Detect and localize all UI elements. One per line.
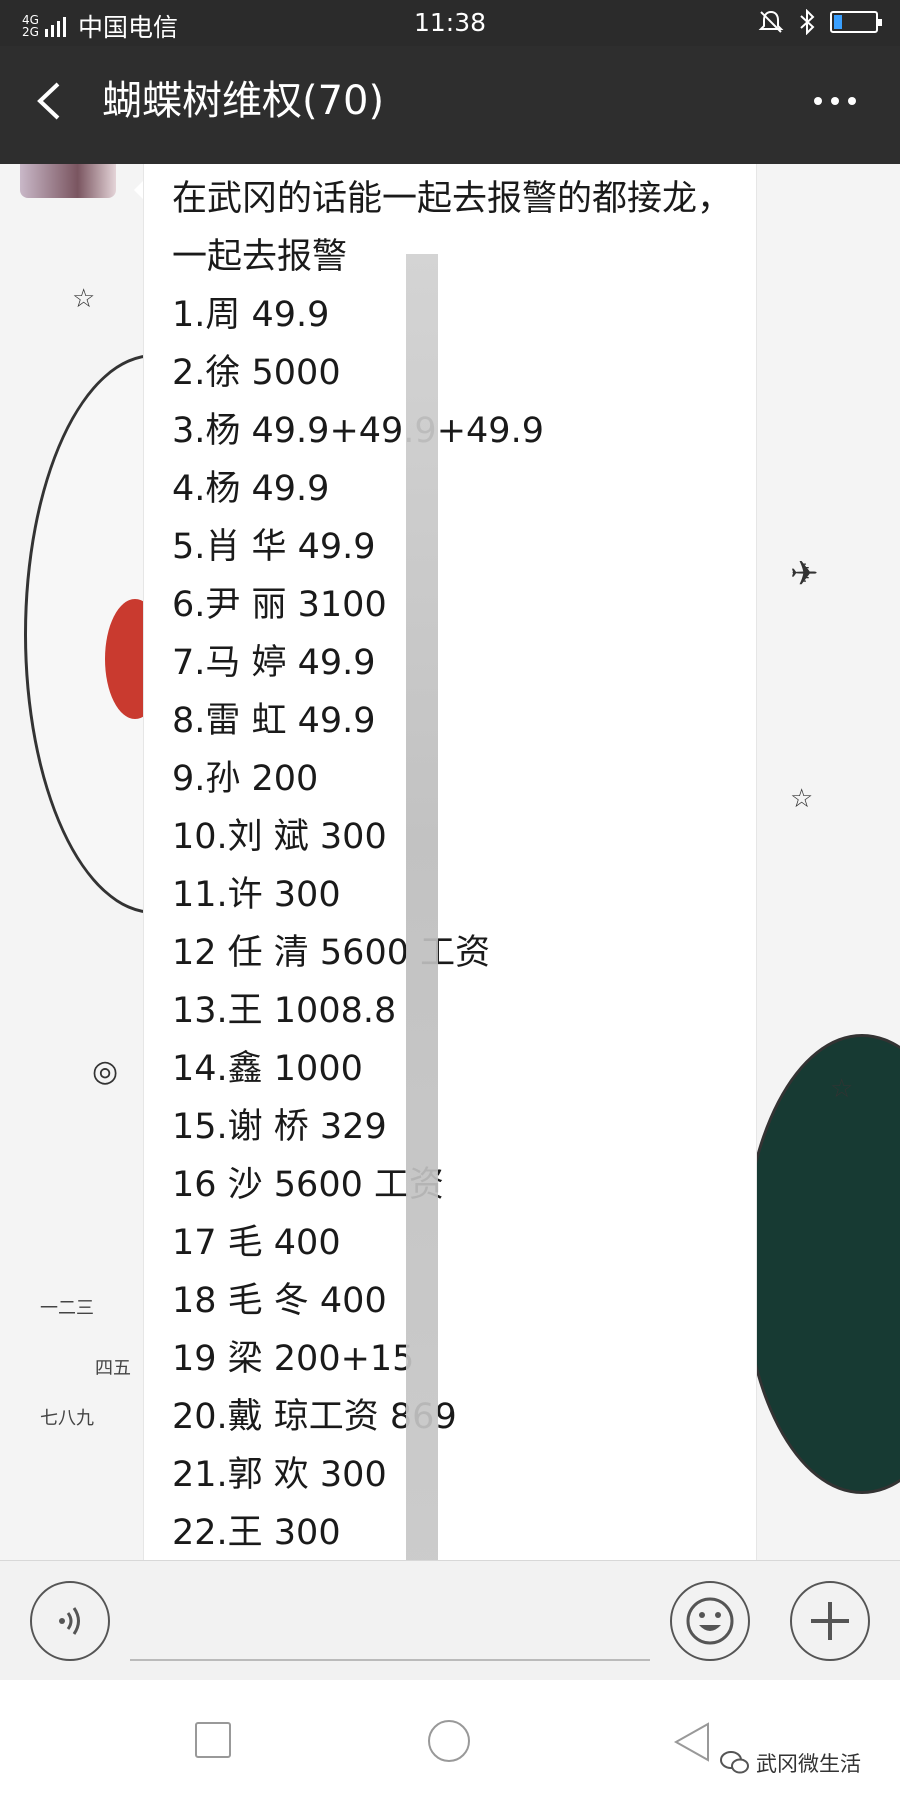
emoji-icon xyxy=(686,1597,734,1645)
list-item: 20.戴 琼工资 869 xyxy=(172,1397,457,1437)
star-icon: ☆ xyxy=(72,284,96,314)
list-item: 15.谢 桥 329 xyxy=(172,1107,387,1147)
privacy-blur xyxy=(406,254,438,1560)
list-item: 16 沙 5600 工资 xyxy=(172,1165,444,1205)
list-item: 13.王 1008.8 xyxy=(172,991,397,1031)
list-item: 17 毛 400 xyxy=(172,1223,341,1263)
status-right xyxy=(758,9,882,35)
mute-bell-icon xyxy=(758,10,784,33)
back-arrow-icon xyxy=(37,82,60,120)
recent-apps-button[interactable] xyxy=(195,1722,231,1758)
list-item: 19 梁 200+15 xyxy=(172,1339,415,1379)
wechat-icon xyxy=(720,1751,749,1774)
decorative-handwriting: 一二三 xyxy=(40,1298,94,1319)
message-text: 在武冈的话能一起去报警的都接龙，一起去报警 1.周 49.9 2.徐 5000 … xyxy=(172,170,742,1560)
watermark-text: 武冈微生活 xyxy=(756,1752,861,1776)
list-item: 3.杨 49.9+49.9+49.9 xyxy=(172,411,544,451)
list-item: 8.雷 虹 49.9 xyxy=(172,701,376,741)
list-item: 9.孙 200 xyxy=(172,759,319,799)
chat-area[interactable]: ☆ ☆ ☆ ◎ ✈ 一二三 四五 七八九 在武冈的话能一起去报警的都接龙，一起去… xyxy=(0,164,900,1560)
list-item: 7.马 婷 49.9 xyxy=(172,643,376,683)
list-item: 1.周 49.9 xyxy=(172,295,330,335)
emoji-button[interactable] xyxy=(670,1581,750,1661)
list-item: 6.尹 丽 3100 xyxy=(172,585,387,625)
list-item: 14.鑫 1000 xyxy=(172,1049,363,1089)
back-button[interactable] xyxy=(28,76,78,126)
list-item: 12 任 清 5600 工资 xyxy=(172,933,491,973)
bluetooth-icon xyxy=(800,9,815,35)
more-dots-icon xyxy=(814,97,856,105)
decorative-planet xyxy=(742,1034,900,1494)
list-item: 22.王 300 xyxy=(172,1513,341,1553)
decorative-handwriting: 四五 xyxy=(95,1358,131,1379)
star-icon: ☆ xyxy=(790,784,814,814)
watermark: 武冈微生活 xyxy=(720,1748,861,1778)
nav-back-button[interactable] xyxy=(672,1720,712,1764)
star-icon: ☆ xyxy=(830,1074,854,1104)
planet-icon: ◎ xyxy=(92,1054,119,1089)
voice-icon xyxy=(59,1607,80,1635)
battery-icon xyxy=(830,11,882,33)
message-heading: 在武冈的话能一起去报警的都接龙，一起去报警 xyxy=(172,179,733,277)
list-item: 21.郭 欢 300 xyxy=(172,1455,387,1495)
home-button[interactable] xyxy=(428,1720,470,1762)
list-item: 18 毛 冬 400 xyxy=(172,1281,387,1321)
list-item: 10.刘 斌 300 xyxy=(172,817,387,857)
message-input[interactable] xyxy=(130,1581,650,1661)
list-item: 11.许 300 xyxy=(172,875,341,915)
more-button[interactable] xyxy=(810,86,860,116)
avatar[interactable] xyxy=(20,164,116,198)
message-bubble[interactable]: 在武冈的话能一起去报警的都接龙，一起去报警 1.周 49.9 2.徐 5000 … xyxy=(143,164,757,1560)
dolphin-icon: ✈ xyxy=(790,554,819,594)
voice-button[interactable] xyxy=(30,1581,110,1661)
list-item: 2.徐 5000 xyxy=(172,353,341,393)
system-nav-bar: 武冈微生活 xyxy=(0,1680,900,1800)
chat-title: 蝴蝶树维权(70) xyxy=(102,78,385,124)
input-bar xyxy=(0,1560,900,1680)
list-item: 5.肖 华 49.9 xyxy=(172,527,376,567)
status-bar: 4G 2G 中国电信 11:38 xyxy=(0,0,900,46)
decorative-handwriting: 七八九 xyxy=(40,1408,94,1429)
list-item: 4.杨 49.9 xyxy=(172,469,330,509)
plus-icon xyxy=(811,1602,849,1640)
chat-header: 蝴蝶树维权(70) xyxy=(0,46,900,164)
plus-button[interactable] xyxy=(790,1581,870,1661)
